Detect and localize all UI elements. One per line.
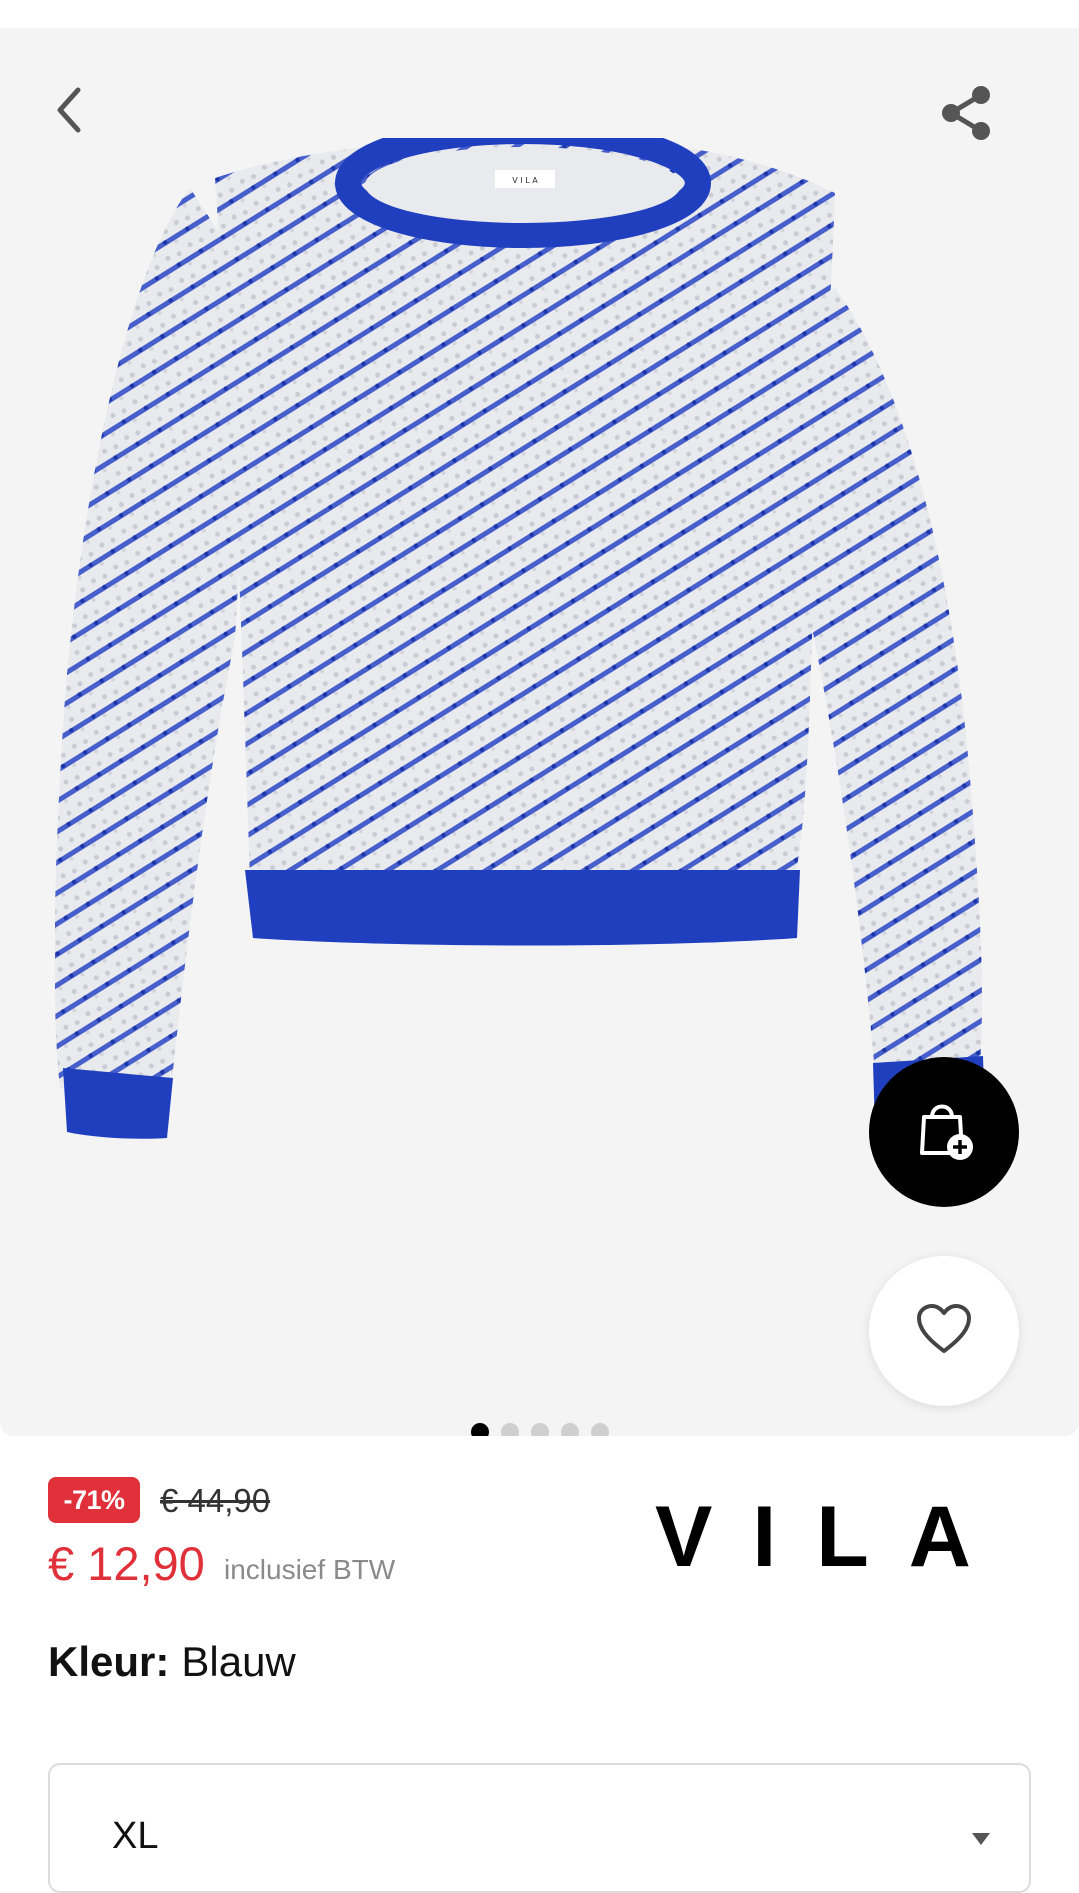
gallery-dot[interactable] xyxy=(590,1423,609,1436)
bag-plus-icon xyxy=(914,1097,974,1168)
old-price: € 44,90 xyxy=(160,1482,271,1519)
product-gallery[interactable]: V I L A xyxy=(0,28,1079,1436)
status-strip xyxy=(0,0,1079,28)
gallery-pagination xyxy=(0,1423,1079,1436)
favorite-button[interactable] xyxy=(869,1256,1019,1406)
size-value: XL xyxy=(112,1815,159,1857)
heart-icon xyxy=(915,1303,973,1360)
discount-badge: -71% xyxy=(48,1477,140,1523)
gallery-dot[interactable] xyxy=(560,1423,579,1436)
triangle-down-icon xyxy=(972,1832,990,1850)
brand-logo[interactable]: VILA xyxy=(655,1494,1035,1580)
gallery-dot[interactable] xyxy=(500,1423,519,1436)
gallery-dot[interactable] xyxy=(470,1423,489,1436)
color-info: Kleur: Blauw xyxy=(48,1636,296,1688)
vat-note: inclusief BTW xyxy=(224,1554,396,1585)
color-value: Blauw xyxy=(181,1638,296,1685)
add-to-bag-button[interactable] xyxy=(869,1057,1019,1207)
chevron-left-icon xyxy=(52,84,84,141)
color-label: Kleur: xyxy=(48,1638,170,1685)
size-select[interactable]: XL xyxy=(48,1763,1031,1893)
svg-text:V I L A: V I L A xyxy=(512,176,538,185)
gallery-dot[interactable] xyxy=(530,1423,549,1436)
back-button[interactable] xyxy=(40,80,96,144)
current-price: € 12,90 xyxy=(48,1536,205,1590)
